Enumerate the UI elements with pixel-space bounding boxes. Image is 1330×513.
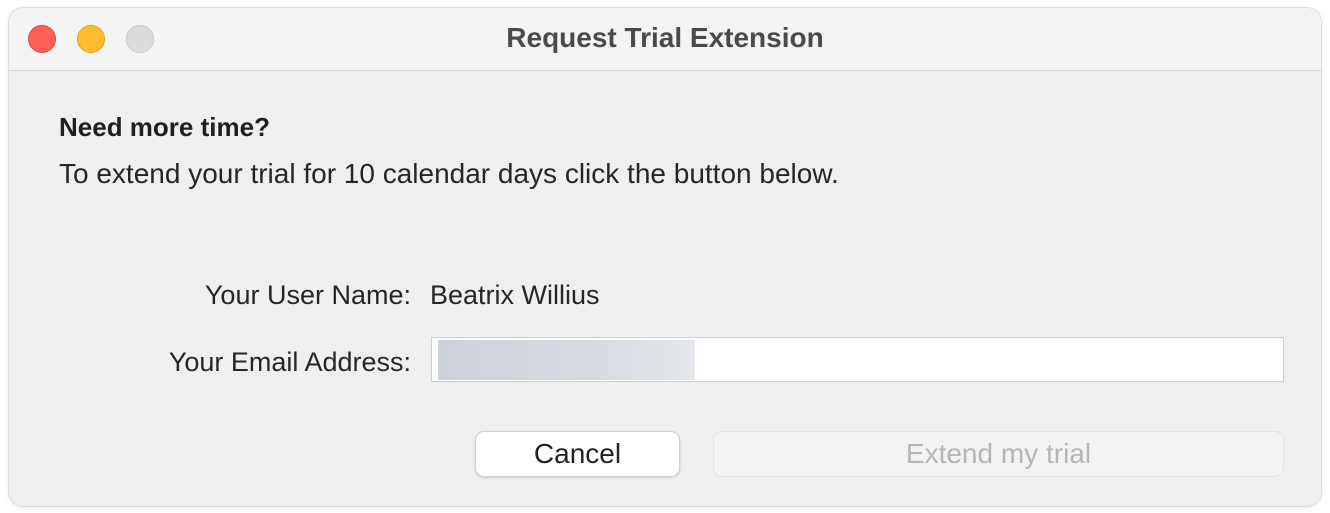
trial-extension-dialog: Request Trial Extension Need more time? … <box>9 8 1321 506</box>
email-redacted-value <box>438 340 695 380</box>
username-label: Your User Name: <box>204 280 411 310</box>
cancel-button[interactable]: Cancel <box>475 431 680 477</box>
dialog-heading: Need more time? <box>59 112 270 142</box>
email-label: Your Email Address: <box>168 347 411 377</box>
window-title: Request Trial Extension <box>506 22 824 53</box>
username-value: Beatrix Willius <box>430 280 600 310</box>
extend-trial-button[interactable]: Extend my trial <box>713 431 1284 477</box>
dialog-description: To extend your trial for 10 calendar day… <box>59 158 839 189</box>
title-bar: Request Trial Extension <box>9 8 1321 71</box>
email-field[interactable] <box>431 337 1284 382</box>
